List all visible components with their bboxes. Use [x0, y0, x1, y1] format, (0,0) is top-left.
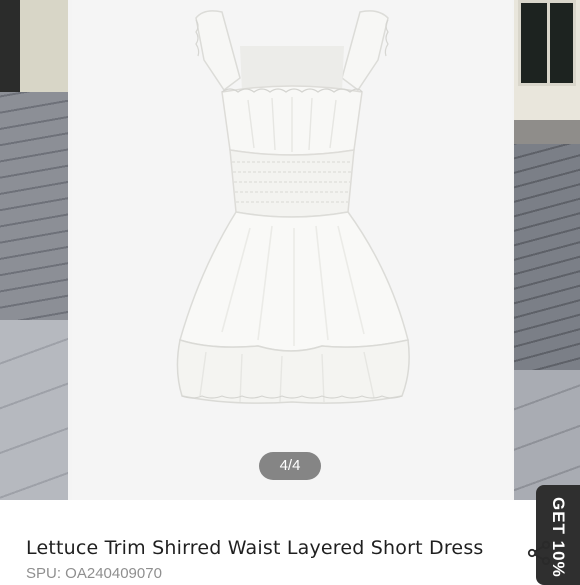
dress-illustration [176, 10, 410, 404]
discount-promo-tab[interactable]: GET 10% [536, 485, 580, 585]
product-spu: SPU: OA240409070 [26, 565, 162, 582]
house-window [518, 0, 576, 86]
sidewalk-paving [514, 370, 580, 500]
share-icon[interactable] [526, 540, 552, 566]
building-wall [0, 0, 68, 92]
previous-slide-image[interactable] [0, 0, 68, 500]
product-image-white-dress[interactable] [72, 0, 512, 500]
house-facade [514, 0, 580, 125]
product-image-gallery[interactable]: 4/4 [0, 0, 580, 500]
product-title: Lettuce Trim Shirred Waist Layered Short… [26, 537, 484, 559]
sidewalk-paving [0, 320, 68, 500]
slide-counter: 4/4 [259, 452, 321, 480]
stone-ledge [514, 120, 580, 144]
next-slide-image[interactable] [514, 0, 580, 500]
